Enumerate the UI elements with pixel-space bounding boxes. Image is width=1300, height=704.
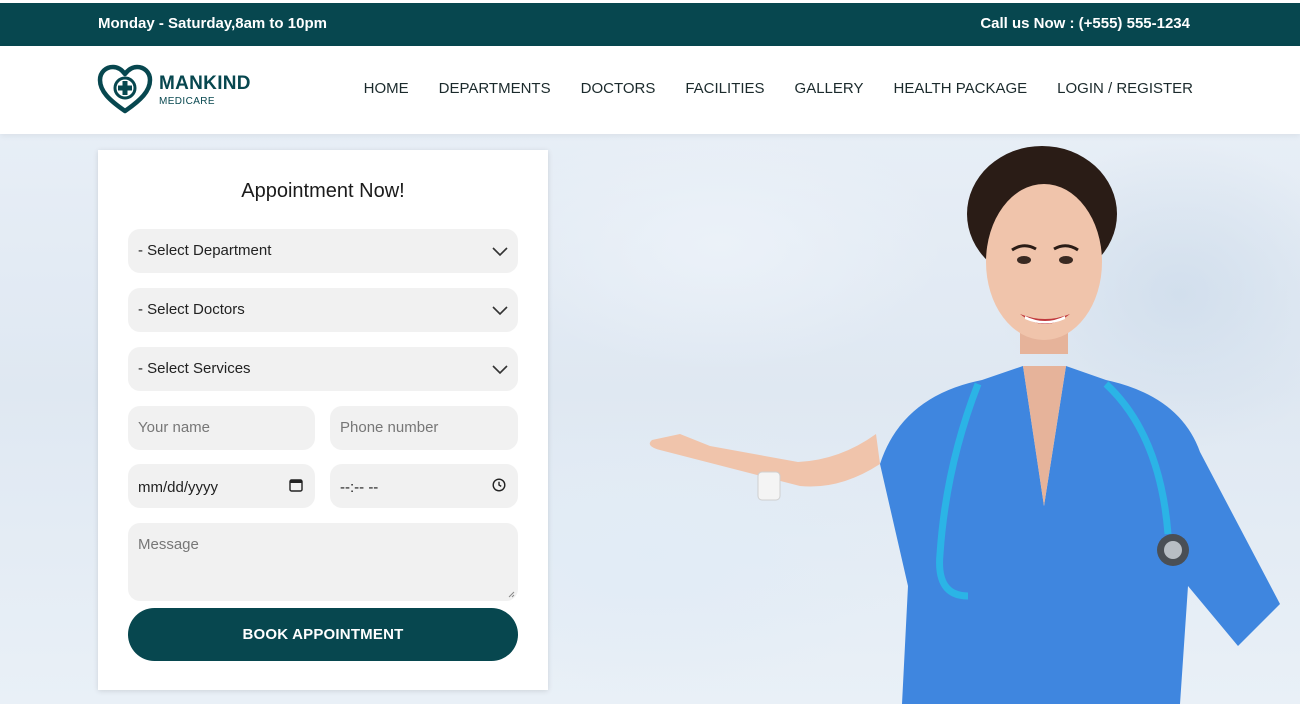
doctors-select-value: - Select Doctors [138,301,245,318]
main-header: MANKIND MEDICARE HOME DEPARTMENTS DOCTOR… [0,46,1300,134]
time-placeholder: --:-- -- [340,479,379,496]
nav-home[interactable]: HOME [364,80,409,97]
heart-cross-icon [97,64,153,114]
call-us-phone[interactable]: Call us Now : (+555) 555-1234 [980,15,1190,32]
name-placeholder: Your name [138,419,210,436]
appointment-form: Appointment Now! - Select Department - S… [98,150,548,690]
name-input[interactable]: Your name [128,406,315,450]
chevron-down-icon [492,306,508,316]
top-info-bar: Monday - Saturday,8am to 10pm Call us No… [0,3,1300,46]
services-select[interactable]: - Select Services [128,347,518,391]
message-placeholder: Message [138,536,199,553]
nurse-illustration [649,146,1280,704]
phone-placeholder: Phone number [340,419,439,436]
book-appointment-button[interactable]: BOOK APPOINTMENT [128,608,518,661]
brand-tagline: MEDICARE [159,96,215,107]
services-select-value: - Select Services [138,360,251,377]
clock-icon[interactable] [492,478,506,492]
date-placeholder: mm/dd/yyyy [138,479,219,496]
nav-login-register[interactable]: LOGIN / REGISTER [1057,80,1193,97]
time-input[interactable]: --:-- -- [330,464,518,508]
chevron-down-icon [492,247,508,257]
form-title: Appointment Now! [241,180,405,202]
main-nav: HOME DEPARTMENTS DOCTORS FACILITIES GALL… [364,80,1193,97]
nav-health-package[interactable]: HEALTH PACKAGE [893,80,1027,97]
opening-hours: Monday - Saturday,8am to 10pm [98,15,327,32]
chevron-down-icon [492,365,508,375]
phone-input[interactable]: Phone number [330,406,518,450]
nav-doctors[interactable]: DOCTORS [581,80,656,97]
nav-departments[interactable]: DEPARTMENTS [439,80,551,97]
department-select-value: - Select Department [138,242,272,259]
brand-name: MANKIND [159,73,251,94]
nav-gallery[interactable]: GALLERY [795,80,864,97]
nav-facilities[interactable]: FACILITIES [685,80,764,97]
date-input[interactable]: mm/dd/yyyy [128,464,315,508]
message-textarea[interactable]: Message [128,523,518,601]
doctors-select[interactable]: - Select Doctors [128,288,518,332]
resize-handle-icon[interactable] [508,591,515,598]
calendar-icon[interactable] [289,478,303,492]
department-select[interactable]: - Select Department [128,229,518,273]
